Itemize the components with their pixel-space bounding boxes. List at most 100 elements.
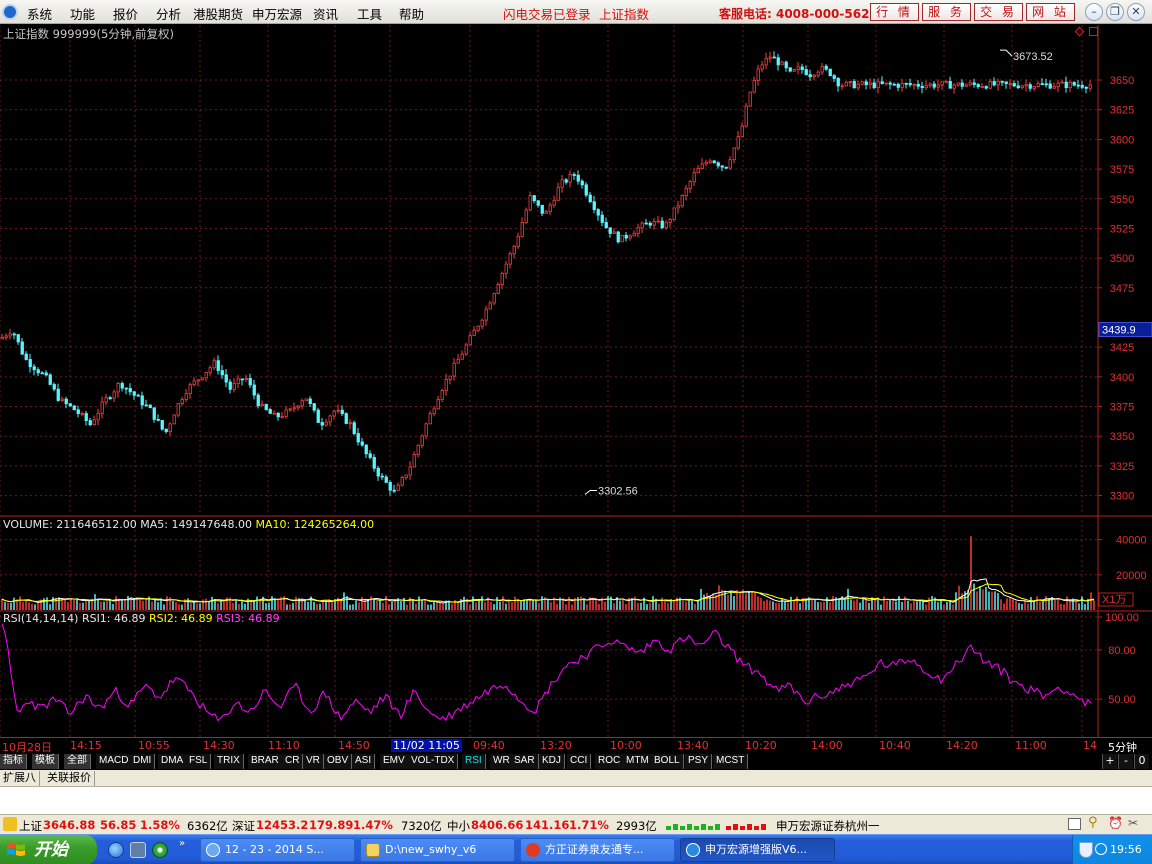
maximize-panel-icon[interactable]: [1089, 27, 1098, 36]
broker-name[interactable]: 申万宏源证券杭州一: [776, 818, 880, 834]
candle-body: [856, 83, 860, 89]
ie-icon[interactable]: [108, 842, 124, 858]
candle-body: [596, 209, 600, 216]
chart-area[interactable]: 3650 3625 3600 3575 3550 3525 3500 3475 3425 3400…: [0, 25, 1152, 737]
indicator-tab-sar[interactable]: SAR: [511, 754, 539, 769]
candle-body: [952, 84, 956, 89]
candle-body: [600, 214, 604, 223]
candle-body: [900, 82, 904, 88]
menu-system[interactable]: 系统: [27, 4, 52, 23]
indicator-tab-fsl[interactable]: FSL: [186, 754, 212, 769]
indicator-tab-mtm[interactable]: MTM: [623, 754, 653, 769]
indicator-tab-rsi[interactable]: RSI: [462, 754, 486, 769]
indicator-tab-mcst[interactable]: MCST: [713, 754, 749, 769]
indicator-tab-dmi[interactable]: DMI: [130, 754, 156, 769]
candle-body: [404, 474, 408, 479]
indicator-tab-vol-tdx[interactable]: VOL-TDX: [408, 754, 459, 769]
candle-body: [344, 413, 348, 424]
candle-body: [1044, 83, 1048, 86]
candle-body: [988, 81, 992, 89]
minimize-icon[interactable]: –: [1085, 3, 1103, 21]
menu-swhy[interactable]: 申万宏源: [252, 4, 302, 23]
task-button-fangzheng[interactable]: 方正证券泉友通专...: [520, 838, 675, 862]
indicator-tab-dma[interactable]: DMA: [158, 754, 188, 769]
tab-related-quotes[interactable]: 关联报价: [44, 771, 95, 786]
candle-body: [88, 420, 92, 426]
zx-name[interactable]: 中小: [447, 818, 470, 834]
window-icon[interactable]: [1068, 818, 1081, 830]
candle-body: [320, 422, 324, 426]
candle-body: [960, 82, 964, 87]
candle-body: [380, 475, 384, 478]
menu-help[interactable]: 帮助: [399, 4, 424, 23]
app-logo-icon[interactable]: [2, 4, 18, 20]
indicator-tab-cci[interactable]: CCI: [567, 754, 592, 769]
task-button-explorer[interactable]: D:\new_swhy_v6: [360, 838, 515, 862]
alarm-icon[interactable]: ⏰: [1108, 816, 1123, 830]
service-button[interactable]: 服 务: [922, 3, 971, 21]
expand-chevron-icon[interactable]: »: [179, 838, 189, 854]
candle-body: [644, 222, 648, 225]
market-button[interactable]: 行 情: [870, 3, 919, 21]
zoom-in-button[interactable]: +: [1102, 754, 1117, 769]
index-link[interactable]: 上证指数: [599, 4, 649, 23]
menu-tools[interactable]: 工具: [357, 4, 382, 23]
website-button[interactable]: 网 站: [1026, 3, 1075, 21]
task-button-ie[interactable]: 12 - 23 - 2014 S...: [200, 838, 355, 862]
candle-body: [392, 489, 396, 492]
candle-body: [1020, 85, 1024, 89]
windows-flag-icon: [7, 843, 25, 856]
candle-body: [420, 435, 424, 446]
indicator-tab-asi[interactable]: ASI: [352, 754, 376, 769]
indicator-tab-vr[interactable]: VR: [303, 754, 324, 769]
panel-count-button[interactable]: 0: [1134, 754, 1149, 769]
indicator-tab-kdj[interactable]: KDJ: [539, 754, 565, 769]
ma10-line: [1, 583, 1095, 603]
menu-function[interactable]: 功能: [70, 4, 95, 23]
trade-button[interactable]: 交 易: [974, 3, 1023, 21]
candle-body: [780, 61, 784, 66]
sh-name[interactable]: 上证: [19, 818, 42, 834]
zoom-out-button[interactable]: -: [1118, 754, 1133, 769]
network-icon[interactable]: [1095, 843, 1107, 855]
sh-value: 3646.88: [43, 818, 96, 832]
tab-extension-eight[interactable]: 扩展八: [0, 771, 40, 786]
indicator-tab-psy[interactable]: PSY: [685, 754, 713, 769]
menu-quote[interactable]: 报价: [113, 4, 138, 23]
clock[interactable]: 19:56: [1110, 843, 1142, 856]
fangzheng-icon: [526, 843, 540, 857]
indicator-tab-boll[interactable]: BOLL: [651, 754, 684, 769]
candle-body: [332, 410, 336, 417]
tools-icon[interactable]: ✂: [1128, 816, 1138, 830]
indicator-tab-brar[interactable]: BRAR: [248, 754, 283, 769]
show-desktop-icon[interactable]: [130, 842, 146, 858]
candle-body: [484, 308, 488, 321]
indicator-tab-全部[interactable]: 全部: [64, 754, 91, 769]
sz-name[interactable]: 深证: [232, 818, 255, 834]
close-icon[interactable]: ✕: [1127, 3, 1145, 21]
candle-body: [328, 415, 332, 423]
task-button-swhy[interactable]: 申万宏源增强版V6...: [680, 838, 835, 862]
ticker-lock-icon[interactable]: [3, 817, 17, 831]
indicator-tab-cr[interactable]: CR: [282, 754, 304, 769]
signal-icon[interactable]: ⚲: [1088, 815, 1098, 830]
indicator-tab-obv[interactable]: OBV: [324, 754, 353, 769]
indicator-tab-trix[interactable]: TRIX: [214, 754, 244, 769]
candle-body: [84, 413, 88, 421]
candle-body: [56, 388, 60, 401]
candle-body: [884, 82, 888, 85]
media-player-icon[interactable]: [152, 842, 168, 858]
menu-news[interactable]: 资讯: [313, 4, 338, 23]
menu-analysis[interactable]: 分析: [156, 4, 181, 23]
indicator-tab-模板[interactable]: 模板: [32, 754, 59, 769]
indicator-tab-roc[interactable]: ROC: [595, 754, 625, 769]
candle-body: [936, 84, 940, 88]
indicator-tab-macd[interactable]: MACD: [96, 754, 133, 769]
shield-icon[interactable]: [1079, 842, 1093, 858]
indicator-tab-emv[interactable]: EMV: [380, 754, 409, 769]
flash-trade-status[interactable]: 闪电交易已登录: [503, 4, 591, 23]
indicator-tab-指标[interactable]: 指标: [0, 754, 27, 769]
restore-icon[interactable]: ❐: [1106, 3, 1124, 21]
start-button[interactable]: 开始: [0, 835, 97, 864]
menu-hk-futures[interactable]: 港股期货: [193, 4, 243, 23]
